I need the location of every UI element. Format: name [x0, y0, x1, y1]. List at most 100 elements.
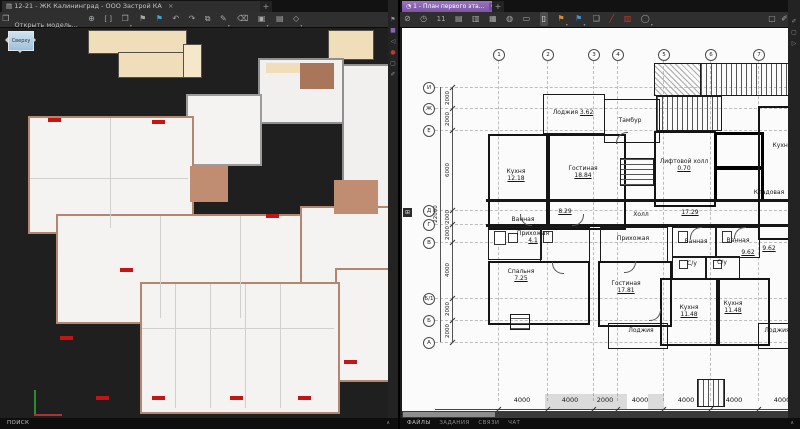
horizontal-scrollbar[interactable]: [402, 411, 788, 418]
cube-arrow-right-icon[interactable]: [33, 37, 39, 43]
status-tasks[interactable]: ЗАДАНИЯ: [439, 420, 469, 426]
flag-orange-icon[interactable]: ⚑: [557, 12, 564, 26]
room-label: Лифтовой холл0.70: [660, 158, 709, 172]
axis-bubble: 4: [612, 49, 624, 61]
sheet-3-icon[interactable]: ▦: [489, 12, 497, 26]
view-cube-face[interactable]: Сверху: [8, 31, 34, 51]
cursor-triangle-icon[interactable]: ◁: [388, 36, 398, 47]
roof-slab: [88, 30, 187, 54]
model-tab[interactable]: ▤ 12-21 - ЖК Калининград - ООО Застрой К…: [2, 1, 262, 12]
erase-icon[interactable]: ⌫: [237, 12, 248, 26]
dim-value: 4000: [632, 396, 649, 404]
disable-circle-icon[interactable]: ⊘: [404, 12, 411, 26]
drawing-tab[interactable]: ◔ 1 - План первого эта... 03.11.2023 11:…: [402, 1, 496, 12]
play-triangle-icon[interactable]: ▷: [788, 38, 800, 49]
annotate-pen-icon[interactable]: ✐: [388, 69, 398, 80]
room-label: С/у: [687, 260, 697, 267]
properties-diamond-icon[interactable]: ◇: [293, 12, 299, 26]
axis-bubble: 1: [493, 49, 505, 61]
sheet-1-icon[interactable]: ▤: [455, 12, 463, 26]
active-sheet-icon[interactable]: ▯: [540, 12, 548, 26]
cube-arrow-down-icon[interactable]: [17, 50, 23, 56]
frame-icon[interactable]: ▢: [768, 12, 776, 26]
dim-value: 2000: [445, 324, 451, 338]
flag-icon[interactable]: ⚑: [139, 12, 146, 26]
history-clock-icon[interactable]: ◷: [420, 12, 427, 26]
globe-icon[interactable]: ◍: [506, 12, 513, 26]
clipboard-icon[interactable]: ▤: [276, 12, 284, 26]
dim-value: 4000: [514, 396, 531, 404]
comment-bubble-icon[interactable]: ❑: [593, 12, 600, 26]
drawing-tab-icon: ◔: [406, 3, 411, 10]
scrollbar-thumb[interactable]: [403, 412, 495, 417]
partition: [160, 216, 161, 318]
edit-pencil-icon[interactable]: ✎: [220, 12, 227, 26]
navigation-icon[interactable]: ⊕: [88, 12, 95, 26]
circle-options-icon[interactable]: ◯: [641, 12, 650, 26]
selection-brackets-icon[interactable]: [ ]: [104, 12, 112, 26]
collapse-icon[interactable]: ∧: [790, 418, 794, 429]
model-tab-close-icon[interactable]: ×: [168, 2, 173, 10]
radiator: [344, 360, 357, 364]
collapse-icon[interactable]: ∧: [386, 418, 390, 429]
section-marker[interactable]: ⊞: [403, 208, 412, 217]
left-side-toolbar: ⚑ ■ ◁ ● ▢ ✐: [388, 0, 398, 418]
dim-value: 4000: [726, 396, 743, 404]
redo-icon[interactable]: ↷: [189, 12, 196, 26]
status-files[interactable]: ФАЙЛЫ: [407, 420, 431, 426]
material-square-icon[interactable]: ■: [388, 25, 398, 36]
status-chat[interactable]: ЧАТ: [508, 420, 520, 426]
partition: [142, 328, 334, 329]
dimension-line: [440, 87, 441, 342]
axis-bubble: Ж: [423, 103, 435, 115]
room-label: Ванная: [727, 237, 750, 244]
right-drawing-window: ◔ 1 - План первого эта... 03.11.2023 11:…: [400, 0, 800, 429]
axis-bubble: 5: [658, 49, 670, 61]
axis-bubble: Е: [423, 125, 435, 137]
new-tab-button[interactable]: +: [492, 1, 504, 12]
sheet-2-icon[interactable]: ▥: [472, 12, 480, 26]
room-bedroom: [488, 261, 590, 325]
model-3d-viewport[interactable]: Сверху: [0, 28, 388, 418]
view-cube[interactable]: Сверху: [2, 29, 36, 57]
open-model-icon[interactable]: ❒: [2, 12, 9, 26]
view-frame-icon[interactable]: ❒: [121, 12, 128, 26]
room-label: Прихожая4.1: [517, 230, 549, 244]
frame-icon[interactable]: ▢: [388, 58, 398, 69]
balcony-hatch: [654, 63, 702, 96]
red-hatch-icon[interactable]: ▥: [624, 12, 632, 26]
right-tab-bar: ◔ 1 - План первого эта... 03.11.2023 11:…: [400, 0, 800, 12]
cube-arrow-left-icon[interactable]: [2, 37, 8, 43]
drawing-canvas[interactable]: 1 2 3 4 5 6 7 И Ж Е Д Г В Б/1 Б А: [402, 28, 788, 411]
flag-note-icon[interactable]: ⚑: [156, 12, 163, 26]
radiator: [266, 214, 279, 218]
count-11-icon[interactable]: 11: [437, 12, 446, 26]
copy-icon[interactable]: ⧉: [205, 12, 211, 26]
red-measure-line-icon[interactable]: ╱: [609, 12, 614, 26]
annotate-pen-icon[interactable]: ✐: [781, 12, 788, 26]
box-options-icon[interactable]: ▣: [258, 12, 266, 26]
annotate-pen-icon[interactable]: ✐: [788, 16, 800, 27]
model-room: [258, 58, 344, 124]
radiator: [60, 336, 73, 340]
flag-blue-icon[interactable]: ⚑: [575, 12, 582, 26]
frame-icon[interactable]: ▢: [788, 27, 800, 38]
selection-highlight: [648, 394, 664, 410]
room-label: Кухня11.48: [680, 304, 699, 318]
roof-patch: [190, 166, 228, 202]
search-label[interactable]: ПОИСК: [7, 420, 29, 426]
selection-highlight: [545, 394, 627, 410]
flag-icon[interactable]: ⚑: [388, 14, 398, 25]
record-dot-icon[interactable]: ●: [388, 47, 398, 58]
partition: [280, 284, 281, 408]
dim-value: 2000: [445, 226, 451, 240]
status-links[interactable]: СВЯЗИ: [478, 420, 499, 426]
dim-value: 2000: [445, 112, 451, 126]
left-model-window: ▤ 12-21 - ЖК Калининград - ООО Застрой К…: [0, 0, 398, 429]
roof-patch: [300, 63, 334, 89]
axis-bubble: А: [423, 337, 435, 349]
elevator-shaft: [714, 132, 764, 170]
monitor-icon[interactable]: ▭: [523, 12, 531, 26]
new-tab-button[interactable]: +: [260, 1, 272, 12]
undo-icon[interactable]: ↶: [172, 12, 179, 26]
